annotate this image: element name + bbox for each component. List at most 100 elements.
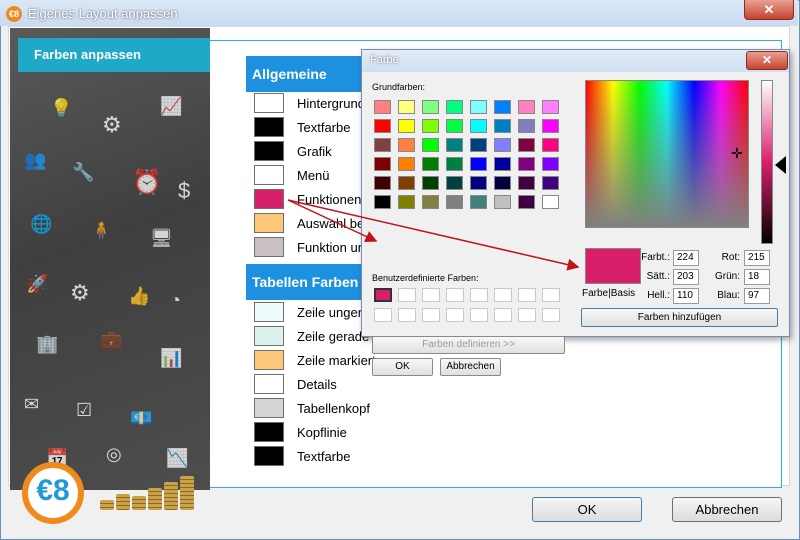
basic-color-cell[interactable]: [518, 138, 535, 152]
basic-color-cell[interactable]: [398, 176, 415, 190]
crosshair-icon[interactable]: ✛: [731, 146, 743, 160]
basic-color-cell[interactable]: [542, 119, 559, 133]
luminance-slider[interactable]: [761, 80, 773, 244]
table-color-swatch[interactable]: [254, 398, 284, 418]
basic-color-cell[interactable]: [374, 100, 391, 114]
basic-color-cell[interactable]: [470, 138, 487, 152]
basic-color-cell[interactable]: [542, 176, 559, 190]
general-color-swatch[interactable]: [254, 165, 284, 185]
custom-color-cell[interactable]: [446, 288, 464, 302]
basic-color-cell[interactable]: [422, 138, 439, 152]
basic-color-cell[interactable]: [422, 195, 439, 209]
define-colors-button[interactable]: Farben definieren >>: [372, 336, 565, 354]
saturation-input[interactable]: 203: [673, 269, 699, 285]
basic-color-cell[interactable]: [470, 176, 487, 190]
basic-color-cell[interactable]: [422, 176, 439, 190]
table-color-swatch[interactable]: [254, 446, 284, 466]
basic-color-cell[interactable]: [494, 195, 511, 209]
basic-color-cell[interactable]: [422, 100, 439, 114]
general-color-swatch[interactable]: [254, 237, 284, 257]
color-dialog-close-button[interactable]: ✕: [746, 51, 788, 70]
custom-color-cell[interactable]: [470, 308, 488, 322]
general-color-swatch[interactable]: [254, 117, 284, 137]
basic-color-cell[interactable]: [446, 157, 463, 171]
basic-color-cell[interactable]: [470, 119, 487, 133]
custom-color-cell[interactable]: [518, 308, 536, 322]
basic-color-cell[interactable]: [494, 119, 511, 133]
basic-color-cell[interactable]: [470, 100, 487, 114]
basic-color-cell[interactable]: [470, 157, 487, 171]
basic-color-cell[interactable]: [494, 176, 511, 190]
basic-color-cell[interactable]: [518, 100, 535, 114]
basic-color-cell[interactable]: [398, 119, 415, 133]
basic-color-cell[interactable]: [374, 138, 391, 152]
basic-color-cell[interactable]: [518, 157, 535, 171]
basic-color-cell[interactable]: [542, 138, 559, 152]
basic-color-cell[interactable]: [374, 119, 391, 133]
basic-color-cell[interactable]: [422, 157, 439, 171]
table-color-swatch[interactable]: [254, 326, 284, 346]
saturation-label: Sätt.:: [646, 271, 670, 282]
basic-color-cell[interactable]: [398, 100, 415, 114]
basic-color-cell[interactable]: [518, 119, 535, 133]
basic-color-cell[interactable]: [422, 119, 439, 133]
luminance-slider-arrow-icon[interactable]: [775, 156, 786, 174]
cancel-button[interactable]: Abbrechen: [672, 497, 782, 522]
basic-color-cell[interactable]: [446, 176, 463, 190]
basic-color-cell[interactable]: [446, 138, 463, 152]
add-colors-button[interactable]: Farben hinzufügen: [581, 308, 778, 327]
custom-color-cell[interactable]: [494, 288, 512, 302]
basic-color-cell[interactable]: [398, 138, 415, 152]
general-color-label: Funktion un: [297, 240, 365, 255]
tab-farben-anpassen[interactable]: Farben anpassen: [18, 38, 210, 72]
basic-color-cell[interactable]: [374, 176, 391, 190]
custom-color-cell[interactable]: [494, 308, 512, 322]
blue-input[interactable]: 97: [744, 288, 770, 304]
basic-color-cell[interactable]: [446, 195, 463, 209]
window-close-button[interactable]: ✕: [744, 0, 794, 20]
color-dialog-cancel-button[interactable]: Abbrechen: [440, 358, 501, 376]
general-color-swatch[interactable]: [254, 141, 284, 161]
table-color-swatch[interactable]: [254, 302, 284, 322]
color-spectrum[interactable]: [585, 80, 749, 228]
luminance-input[interactable]: 110: [673, 288, 699, 304]
custom-color-cell[interactable]: [422, 288, 440, 302]
custom-color-cell[interactable]: [398, 308, 416, 322]
custom-color-cell[interactable]: [446, 308, 464, 322]
custom-color-cell[interactable]: [422, 308, 440, 322]
color-dialog-ok-button[interactable]: OK: [372, 358, 433, 376]
table-color-swatch[interactable]: [254, 350, 284, 370]
custom-color-cell[interactable]: [398, 288, 416, 302]
custom-color-cell[interactable]: [374, 288, 392, 302]
ok-button[interactable]: OK: [532, 497, 642, 522]
green-input[interactable]: 18: [744, 269, 770, 285]
custom-color-cell[interactable]: [542, 308, 560, 322]
basic-color-cell[interactable]: [398, 195, 415, 209]
basic-color-cell[interactable]: [398, 157, 415, 171]
basic-color-cell[interactable]: [518, 195, 535, 209]
basic-color-cell[interactable]: [518, 176, 535, 190]
basic-color-cell[interactable]: [470, 195, 487, 209]
red-input[interactable]: 215: [744, 250, 770, 266]
general-color-swatch[interactable]: [254, 93, 284, 113]
basic-color-cell[interactable]: [494, 157, 511, 171]
custom-color-cell[interactable]: [518, 288, 536, 302]
custom-color-cell[interactable]: [470, 288, 488, 302]
basic-color-cell[interactable]: [446, 100, 463, 114]
basic-color-cell[interactable]: [542, 100, 559, 114]
general-color-swatch[interactable]: [254, 213, 284, 233]
custom-color-cell[interactable]: [542, 288, 560, 302]
basic-color-cell[interactable]: [374, 157, 391, 171]
table-color-swatch[interactable]: [254, 374, 284, 394]
basic-color-cell[interactable]: [494, 138, 511, 152]
basic-color-cell[interactable]: [446, 119, 463, 133]
table-color-swatch[interactable]: [254, 422, 284, 442]
general-color-swatch[interactable]: [254, 189, 284, 209]
basic-color-cell[interactable]: [542, 195, 559, 209]
custom-colors-label: Benutzerdefinierte Farben:: [372, 273, 479, 283]
basic-color-cell[interactable]: [374, 195, 391, 209]
basic-color-cell[interactable]: [494, 100, 511, 114]
custom-color-cell[interactable]: [374, 308, 392, 322]
basic-color-cell[interactable]: [542, 157, 559, 171]
hue-input[interactable]: 224: [673, 250, 699, 266]
